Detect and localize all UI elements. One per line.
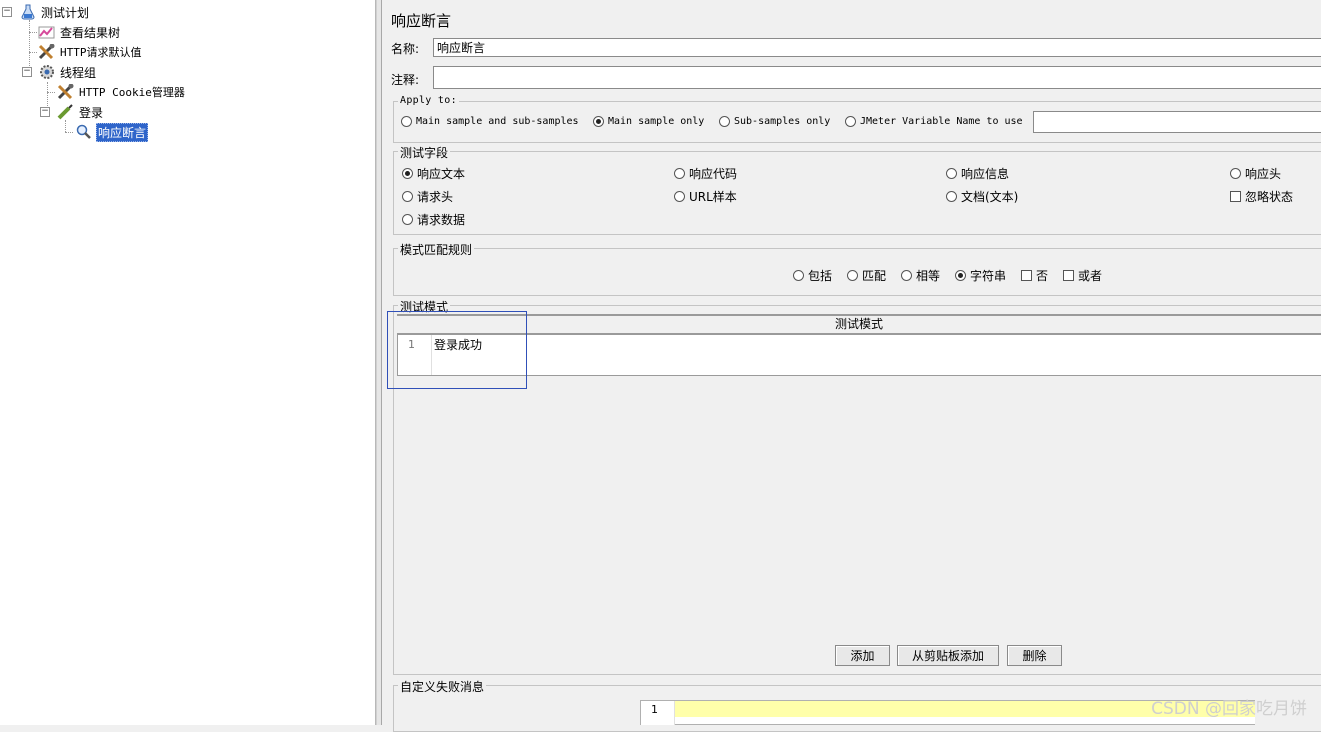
tree-item-login-sampler[interactable]: 登录	[57, 103, 104, 121]
patterns-table[interactable]: 1 登录成功	[397, 334, 1321, 376]
field-response-message-radio[interactable]: 响应信息	[946, 165, 1009, 182]
radio-circle-icon	[1230, 168, 1241, 179]
tree-connector	[47, 92, 55, 93]
field-request-data-radio[interactable]: 请求数据	[402, 211, 465, 228]
checkbox-icon	[1230, 191, 1241, 202]
highlight-annotation-box	[387, 311, 527, 389]
apply-main-only-radio[interactable]: Main sample only	[593, 116, 704, 127]
watermark-text: CSDN @回家吃月饼	[1151, 699, 1307, 719]
patterns-column-header[interactable]: 测试模式	[397, 314, 1321, 334]
tree-item-label: 查看结果树	[60, 25, 121, 40]
field-response-headers-radio[interactable]: 响应头	[1230, 165, 1281, 182]
test-field-title: 测试字段	[398, 144, 451, 161]
tree-item-http-defaults[interactable]: HTTP请求默认值	[38, 43, 143, 61]
radio-circle-icon	[402, 214, 413, 225]
apply-jmeter-variable-radio[interactable]: JMeter Variable Name to use	[845, 116, 1023, 127]
rule-equals-radio[interactable]: 相等	[901, 267, 940, 284]
radio-circle-icon	[719, 116, 730, 127]
pattern-rules-title: 模式匹配规则	[398, 241, 475, 258]
radio-circle-icon	[674, 191, 685, 202]
wrench-config-icon	[57, 83, 75, 100]
tree-item-label: HTTP请求默认值	[60, 46, 142, 59]
test-field-group	[393, 151, 1321, 235]
radio-circle-icon	[401, 116, 412, 127]
custom-failure-title: 自定义失败消息	[398, 678, 487, 695]
chart-listener-icon	[38, 24, 56, 40]
radio-circle-icon	[793, 270, 804, 281]
wrench-config-icon	[38, 43, 56, 60]
radio-circle-icon	[845, 116, 856, 127]
field-response-code-radio[interactable]: 响应代码	[674, 165, 737, 182]
tree-item-label: 登录	[79, 105, 104, 120]
radio-circle-icon	[402, 191, 413, 202]
radio-circle-icon	[674, 168, 685, 179]
tree-connector	[65, 120, 66, 132]
apply-to-title: Apply to:	[398, 95, 459, 106]
radio-circle-icon	[946, 191, 957, 202]
radio-selected-icon	[955, 270, 966, 281]
tree-connector	[29, 52, 37, 53]
assertion-config-panel: 响应断言 名称: 响应断言 注释: Apply to: Main sample …	[382, 0, 1321, 732]
tree-item-response-assertion[interactable]: 响应断言	[75, 122, 149, 142]
ignore-status-checkbox[interactable]: 忽略状态	[1230, 188, 1293, 205]
tree-item-thread-group[interactable]: 线程组	[38, 63, 97, 81]
magnifier-assertion-icon	[75, 124, 93, 140]
comment-label: 注释:	[391, 73, 420, 87]
tree-item-cookie-manager[interactable]: HTTP Cookie管理器	[57, 83, 186, 101]
rule-or-checkbox[interactable]: 或者	[1063, 267, 1102, 284]
gear-threadgroup-icon	[38, 64, 56, 80]
rule-not-checkbox[interactable]: 否	[1021, 267, 1048, 284]
tree-item-view-results-tree[interactable]: 查看结果树	[38, 23, 121, 41]
apply-sub-only-radio[interactable]: Sub-samples only	[719, 116, 830, 127]
name-field[interactable]: 响应断言	[433, 38, 1321, 57]
tree-item-label: 响应断言	[96, 122, 149, 142]
tree-item-label: HTTP Cookie管理器	[79, 86, 185, 99]
collapse-toggle-icon[interactable]: −	[40, 107, 50, 117]
checkbox-icon	[1063, 270, 1074, 281]
checkbox-icon	[1021, 270, 1032, 281]
collapse-toggle-icon[interactable]: −	[22, 67, 32, 77]
comment-field[interactable]	[433, 66, 1321, 89]
collapse-toggle-icon[interactable]: −	[2, 7, 12, 17]
line-number-gutter: 1	[641, 701, 675, 725]
field-response-text-radio[interactable]: 响应文本	[402, 165, 465, 182]
rule-contains-radio[interactable]: 包括	[793, 267, 832, 284]
tree-item-test-plan[interactable]: 测试计划	[19, 3, 90, 21]
radio-selected-icon	[402, 168, 413, 179]
radio-circle-icon	[847, 270, 858, 281]
add-button[interactable]: 添加	[835, 645, 890, 666]
tree-item-label: 测试计划	[41, 5, 90, 20]
radio-selected-icon	[593, 116, 604, 127]
page-title: 响应断言	[391, 12, 452, 30]
tree-connector	[29, 32, 37, 33]
add-from-clipboard-button[interactable]: 从剪贴板添加	[897, 645, 999, 666]
line-number: 1	[651, 703, 658, 716]
test-plan-tree[interactable]: − − − 测试计划 查看结果树 HTTP请求默认值 线程组 HTTP Cook…	[0, 0, 376, 725]
field-document-text-radio[interactable]: 文档(文本)	[946, 188, 1018, 205]
apply-main-and-sub-radio[interactable]: Main sample and sub-samples	[401, 116, 579, 127]
flask-icon	[19, 4, 37, 20]
tree-connector	[65, 132, 73, 133]
radio-circle-icon	[946, 168, 957, 179]
field-request-headers-radio[interactable]: 请求头	[402, 188, 453, 205]
pen-sampler-icon	[57, 104, 75, 120]
rule-substring-radio[interactable]: 字符串	[955, 267, 1006, 284]
delete-button[interactable]: 删除	[1007, 645, 1062, 666]
name-label: 名称:	[391, 42, 420, 56]
tree-item-label: 线程组	[60, 65, 97, 80]
rule-matches-radio[interactable]: 匹配	[847, 267, 886, 284]
jmeter-variable-input[interactable]	[1033, 111, 1321, 133]
tree-connector	[29, 20, 30, 72]
field-url-sample-radio[interactable]: URL样本	[674, 188, 737, 205]
radio-circle-icon	[901, 270, 912, 281]
